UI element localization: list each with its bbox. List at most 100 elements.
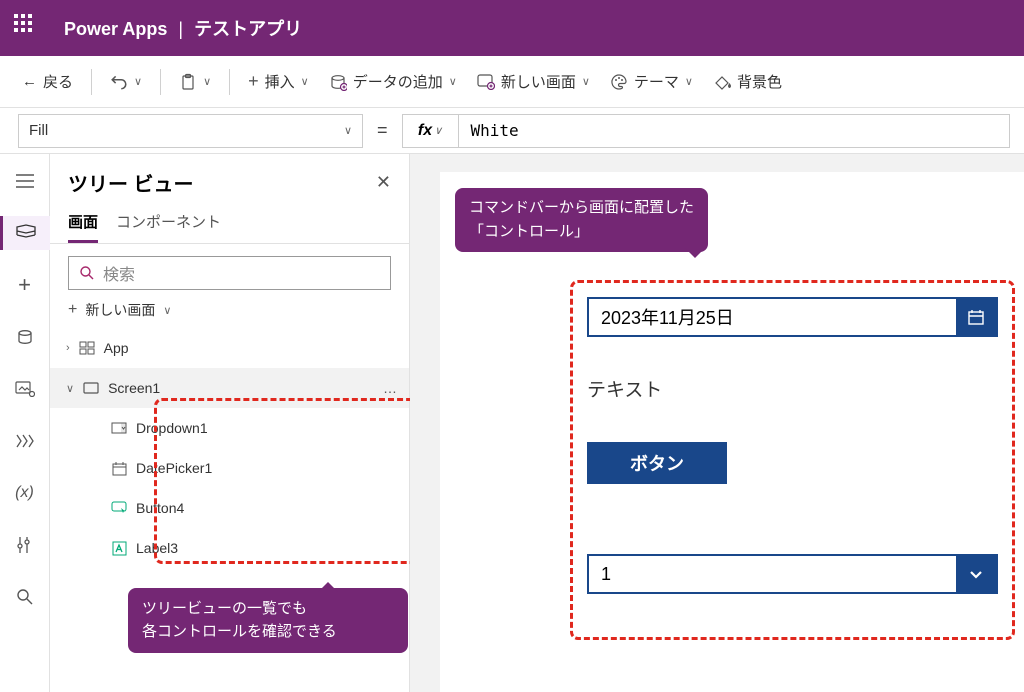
new-screen-label: 新しい画面 [501, 71, 576, 92]
divider [160, 69, 161, 95]
rail-insert[interactable]: + [0, 268, 50, 302]
annotation-callout-tree: ツリービューの一覧でも 各コントロールを確認できる [128, 588, 408, 653]
tree-item-dropdown1[interactable]: Dropdown1 [50, 408, 409, 448]
theme-label: テーマ [634, 71, 679, 92]
chevron-down-icon: ∨ [163, 304, 171, 317]
chevron-down-icon: ∨ [134, 75, 142, 88]
fx-label[interactable]: fx∨ [403, 115, 459, 147]
rail-hamburger[interactable] [0, 164, 50, 198]
back-arrow-icon: ← [22, 73, 37, 90]
app-header: Power Apps | テストアプリ [0, 0, 1024, 56]
main-area: + (x) ツリー ビュー ✕ 画面 コンポーネント 検索 + 新しい画面 ∨ … [0, 154, 1024, 692]
panel-tabs: 画面 コンポーネント [50, 201, 409, 244]
insert-label: 挿入 [265, 71, 295, 92]
bgcolor-button[interactable]: 背景色 [705, 65, 790, 98]
plus-icon: + [248, 71, 259, 92]
tab-components[interactable]: コンポーネント [116, 211, 221, 243]
button-icon [110, 499, 128, 517]
tab-screens[interactable]: 画面 [68, 211, 98, 243]
add-data-label: データの追加 [353, 71, 443, 92]
tree-item-app[interactable]: › App [50, 328, 409, 368]
new-screen-label: 新しい画面 [85, 300, 155, 320]
left-rail: + (x) [0, 154, 50, 692]
new-screen-button[interactable]: 新しい画面 ∨ [469, 65, 598, 98]
canvas-screen[interactable]: コマンドバーから画面に配置した 「コントロール」 2023年11月25日 テキス… [440, 172, 1024, 692]
tree-item-screen1[interactable]: ∨ Screen1 … [50, 368, 409, 408]
bucket-icon [713, 73, 731, 91]
chevron-down-icon: ∨ [344, 124, 352, 137]
calendar-icon [110, 459, 128, 477]
data-icon [329, 73, 347, 91]
formula-value[interactable]: White [459, 121, 531, 140]
rail-tree-view[interactable] [0, 216, 50, 250]
divider [91, 69, 92, 95]
chevron-down-icon: ∨ [301, 75, 309, 88]
dropdown-control[interactable]: 1 [587, 554, 998, 594]
rail-variables[interactable]: (x) [0, 476, 50, 510]
annotation-callout-controls: コマンドバーから画面に配置した 「コントロール」 [455, 188, 708, 252]
rail-flows[interactable] [0, 424, 50, 458]
dropdown-icon [110, 419, 128, 437]
panel-title: ツリー ビュー [68, 168, 194, 197]
datepicker-control[interactable]: 2023年11月25日 [587, 297, 998, 337]
back-button[interactable]: ← 戻る [14, 65, 81, 98]
label-control[interactable]: テキスト [587, 375, 998, 402]
insert-button[interactable]: + 挿入 ∨ [240, 65, 317, 98]
tree-label-screen1: Screen1 [108, 380, 160, 396]
datepicker-value: 2023年11月25日 [589, 299, 956, 335]
chevron-down-icon[interactable] [956, 556, 996, 592]
formula-box[interactable]: fx∨ White [402, 114, 1010, 148]
app-icon [78, 339, 96, 357]
rail-tools[interactable] [0, 528, 50, 562]
bgcolor-label: 背景色 [737, 71, 782, 92]
annotation-highlight-controls: 2023年11月25日 テキスト ボタン 1 [570, 280, 1015, 640]
tree-item-datepicker1[interactable]: DatePicker1 [50, 448, 409, 488]
tree-item-button4[interactable]: Button4 [50, 488, 409, 528]
close-icon[interactable]: ✕ [376, 172, 391, 193]
rail-search[interactable] [0, 580, 50, 614]
property-name: Fill [29, 122, 48, 139]
screen-icon [477, 73, 495, 91]
new-screen-link[interactable]: + 新しい画面 ∨ [68, 300, 391, 320]
undo-icon [110, 73, 128, 91]
canvas-area: コマンドバーから画面に配置した 「コントロール」 2023年11月25日 テキス… [410, 154, 1024, 692]
search-input[interactable]: 検索 [68, 256, 391, 290]
rail-media[interactable] [0, 372, 50, 406]
clipboard-icon [179, 73, 197, 91]
chevron-down-icon: ∨ [449, 75, 457, 88]
chevron-down-icon: ∨ [685, 75, 693, 88]
tree-label-app: App [104, 340, 129, 356]
label-icon [110, 539, 128, 557]
tree-label: DatePicker1 [136, 460, 212, 476]
undo-button[interactable]: ∨ [102, 67, 150, 97]
calendar-icon[interactable] [956, 299, 996, 335]
chevron-right-icon: › [66, 342, 70, 354]
back-label: 戻る [43, 71, 73, 92]
formula-bar: Fill ∨ = fx∨ White [0, 108, 1024, 154]
chevron-down-icon: ∨ [203, 75, 211, 88]
waffle-icon[interactable] [14, 14, 42, 42]
search-placeholder: 検索 [103, 261, 135, 285]
chevron-down-icon: ∨ [66, 382, 74, 395]
search-icon [79, 265, 95, 281]
equals-sign: = [373, 120, 392, 141]
command-bar: ← 戻る ∨ ∨ + 挿入 ∨ データの追加 ∨ 新しい画面 ∨ テーマ ∨ 背… [0, 56, 1024, 108]
button-control[interactable]: ボタン [587, 442, 727, 484]
chevron-down-icon: ∨ [582, 75, 590, 88]
annotation-text: ツリービューの一覧でも 各コントロールを確認できる [142, 598, 394, 643]
palette-icon [610, 73, 628, 91]
dropdown-value: 1 [589, 556, 956, 592]
theme-button[interactable]: テーマ ∨ [602, 65, 701, 98]
divider [229, 69, 230, 95]
header-title: Power Apps | テストアプリ [64, 15, 302, 41]
tree-label: Label3 [136, 540, 178, 556]
rail-data[interactable] [0, 320, 50, 354]
more-icon[interactable]: … [383, 380, 399, 396]
product-name: Power Apps [64, 19, 167, 39]
tree-item-label3[interactable]: Label3 [50, 528, 409, 568]
property-selector[interactable]: Fill ∨ [18, 114, 363, 148]
tree-label: Dropdown1 [136, 420, 208, 436]
chevron-down-icon: ∨ [434, 124, 442, 137]
add-data-button[interactable]: データの追加 ∨ [321, 65, 465, 98]
paste-button[interactable]: ∨ [171, 67, 219, 97]
